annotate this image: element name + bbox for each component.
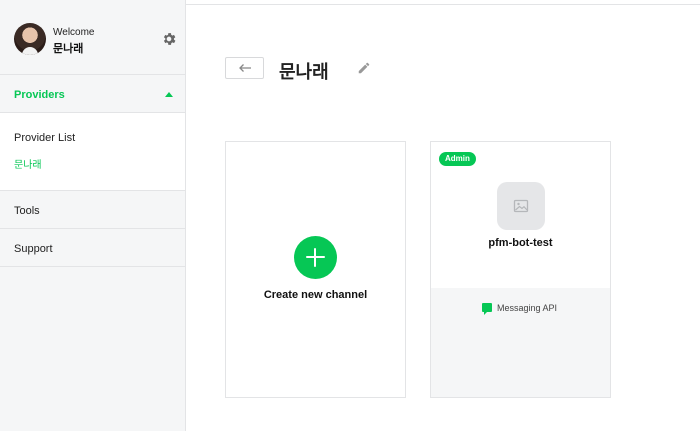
providers-label: Providers bbox=[14, 89, 65, 101]
admin-badge: Admin bbox=[439, 152, 476, 166]
sidebar: Welcome 문나래 Providers Provider List 문나래 … bbox=[0, 0, 186, 431]
providers-toggle[interactable]: Providers bbox=[0, 75, 185, 113]
pencil-icon[interactable] bbox=[357, 61, 371, 75]
channel-avatar bbox=[497, 182, 545, 230]
chevron-up-icon bbox=[165, 92, 173, 97]
channel-card[interactable]: Admin pfm-bot-test Messaging API bbox=[430, 141, 611, 398]
channel-type-label: Messaging API bbox=[497, 303, 558, 313]
channel-type-footer: Messaging API bbox=[431, 288, 610, 397]
channel-name: pfm-bot-test bbox=[488, 237, 553, 249]
user-name: 문나래 bbox=[53, 43, 84, 55]
providers-panel: Provider List 문나래 bbox=[0, 113, 185, 191]
chat-icon bbox=[482, 303, 492, 315]
page-title: 문나래 bbox=[279, 62, 329, 82]
avatar[interactable] bbox=[14, 23, 46, 55]
sidebar-item-label: Support bbox=[14, 243, 53, 255]
current-provider-link[interactable]: 문나래 bbox=[14, 156, 42, 171]
create-channel-card[interactable]: Create new channel bbox=[225, 141, 406, 398]
provider-list-link[interactable]: Provider List bbox=[14, 132, 75, 144]
user-block: Welcome 문나래 bbox=[0, 0, 185, 75]
sidebar-item-support[interactable]: Support bbox=[0, 229, 185, 267]
image-placeholder-icon bbox=[513, 199, 529, 213]
back-button[interactable] bbox=[225, 57, 264, 79]
gear-icon[interactable] bbox=[161, 31, 177, 47]
plus-icon bbox=[294, 236, 337, 279]
sidebar-item-tools[interactable]: Tools bbox=[0, 191, 185, 229]
welcome-label: Welcome bbox=[53, 27, 95, 38]
back-arrow-icon bbox=[239, 64, 251, 72]
create-channel-label: Create new channel bbox=[263, 289, 368, 301]
sidebar-item-label: Tools bbox=[14, 205, 40, 217]
top-divider bbox=[186, 4, 700, 5]
